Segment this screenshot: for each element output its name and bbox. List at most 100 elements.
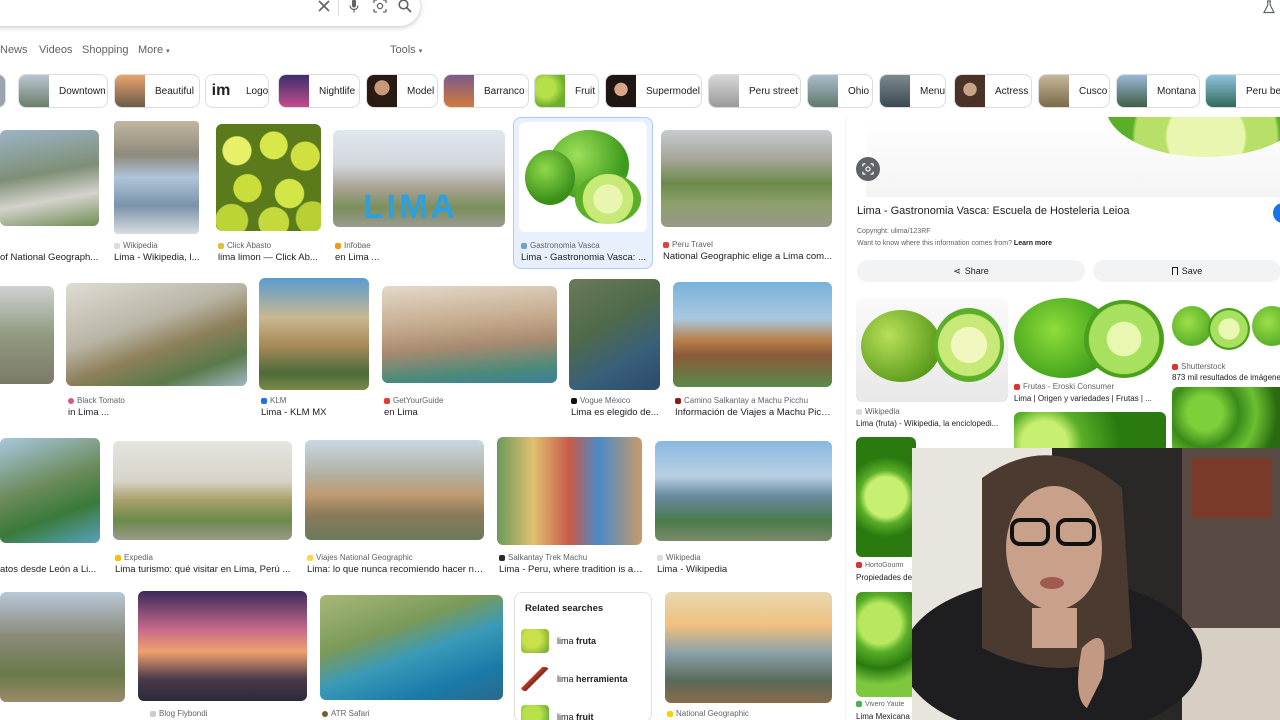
chip-beautiful[interactable]: Beautiful [114, 74, 200, 108]
result-title: Lima: lo que nunca recomiendo hacer ni .… [307, 564, 485, 575]
similar-title: Propiedades de [856, 573, 913, 582]
close-icon[interactable] [314, 0, 334, 16]
similar-image[interactable] [856, 592, 916, 697]
related-searches-heading: Related searches [525, 603, 604, 614]
chip-actress[interactable]: Actress [954, 74, 1032, 108]
lens-search-icon[interactable] [856, 157, 880, 181]
related-search-item[interactable]: lima fruta [521, 625, 651, 657]
chip-fruit[interactable]: Fruit [534, 74, 599, 108]
result-tile[interactable]: Wikipedia Lima - Wikipedia [655, 441, 833, 578]
chip-nightlife[interactable]: Nightlife [278, 74, 360, 108]
similar-image[interactable] [1172, 298, 1280, 360]
result-tile[interactable]: Peru Travel National Geographic elige a … [661, 130, 833, 266]
result-image [497, 437, 642, 545]
result-tile[interactable]: Black Tomato in Lima ... [66, 283, 248, 423]
chip-supermodel[interactable]: Supermodel [605, 74, 702, 108]
result-tile[interactable]: GetYourGuide en Lima [382, 286, 558, 423]
chip-downtown[interactable]: Downtown [18, 74, 108, 108]
result-source-text: Wikipedia [123, 241, 158, 250]
result-tile[interactable]: ATR Safari [320, 595, 504, 720]
chip-barranco[interactable]: Barranco [443, 74, 529, 108]
chip-cusco[interactable]: Cusco [1038, 74, 1110, 108]
search-icon[interactable] [395, 0, 415, 16]
save-button[interactable]: Save [1093, 260, 1280, 282]
related-thumbnail [521, 629, 549, 653]
chip-ohio[interactable]: Ohio [807, 74, 873, 108]
result-tile[interactable]: Gastronomia Vasca Lima - Gastronomia Vas… [519, 122, 649, 264]
result-source: Wikipedia [114, 241, 204, 250]
bookmark-icon [1171, 267, 1178, 275]
result-tile[interactable]: LIMA Infobae en Lima ... [333, 130, 505, 266]
result-tile[interactable]: Expedia Lima turismo: qué visitar en Lim… [113, 441, 293, 578]
result-tile[interactable] [0, 286, 54, 386]
preview-image[interactable] [866, 117, 1280, 197]
related-search-item[interactable]: lima fruit [521, 701, 651, 720]
result-title: lima limon — Click Ab... [218, 252, 318, 263]
similar-source-text: Vivero Yaute [865, 701, 905, 708]
chip-label: Fruit [575, 85, 595, 97]
result-tile[interactable]: of National Geograph... [0, 130, 100, 265]
share-button[interactable]: ⋖ Share [857, 260, 1085, 282]
chip-montana[interactable]: Montana [1116, 74, 1200, 108]
tools-button[interactable]: Tools ▾ [390, 44, 422, 56]
result-image [0, 130, 99, 226]
chip-partial[interactable] [0, 74, 6, 108]
result-image [114, 121, 199, 234]
preview-title[interactable]: Lima - Gastronomia Vasca: Escuela de Hos… [857, 205, 1130, 217]
chip-label: Actress [995, 85, 1029, 97]
visit-button-edge[interactable] [1273, 203, 1280, 223]
result-tile[interactable]: Vogue México Lima es elegido de... [569, 279, 661, 423]
similar-image[interactable] [856, 298, 1008, 402]
result-title: of National Geograph... [0, 252, 99, 263]
result-source: KLM [261, 396, 371, 405]
tab-more[interactable]: More ▾ [138, 44, 170, 56]
result-source: Peru Travel [663, 240, 833, 249]
chip-peru-street[interactable]: Peru street [708, 74, 801, 108]
result-tile[interactable] [0, 592, 126, 704]
result-source: Camino Salkantay a Machu Picchu [675, 396, 833, 405]
tab-more-label: More [138, 44, 164, 56]
similar-image[interactable] [1172, 387, 1280, 452]
result-tile[interactable]: Click Abasto lima limon — Click Ab... [216, 124, 321, 266]
result-image [661, 130, 832, 227]
result-tile[interactable]: Viajes National Geographic Lima: lo que … [305, 440, 485, 578]
chip-thumbnail [1039, 75, 1069, 107]
chip-label: Supermodel [646, 85, 700, 97]
result-tile[interactable]: KLM Lima - KLM MX [259, 278, 371, 423]
chip-model[interactable]: Model [366, 74, 438, 108]
result-source-text: Gastronomia Vasca [530, 241, 600, 250]
similar-image[interactable] [1014, 298, 1166, 380]
chip-label: Menu [920, 85, 946, 97]
result-tile[interactable]: Wikipedia Lima - Wikipedia, l... [114, 121, 204, 266]
related-search-item[interactable]: lima herramienta [521, 663, 651, 695]
tab-shopping[interactable]: Shopping [82, 44, 129, 56]
search-bar[interactable] [0, 0, 420, 26]
labs-flask-icon[interactable] [1262, 0, 1278, 16]
learn-more-link[interactable]: Learn more [1014, 240, 1052, 247]
similar-image[interactable] [1014, 412, 1166, 452]
result-tile[interactable]: Camino Salkantay a Machu Picchu Informac… [673, 282, 833, 423]
similar-image[interactable] [856, 437, 916, 557]
tab-videos[interactable]: Videos [39, 44, 72, 56]
result-tile[interactable]: Blog Flybondi [138, 591, 308, 720]
result-tile[interactable]: atos desde León a Li... [0, 438, 101, 578]
chip-peru-bea[interactable]: Peru bea [1205, 74, 1280, 108]
chip-thumbnail [1206, 75, 1236, 107]
chip-logo[interactable]: im Logo [205, 74, 269, 108]
result-tile[interactable]: Salkantay Trek Machu Lima - Peru, where … [497, 437, 643, 578]
result-title: Lima es elegido de... [571, 407, 659, 418]
result-source-text: KLM [270, 396, 287, 405]
similar-title: Lima (fruta) - Wikipedia, la enciclopedi… [856, 419, 999, 428]
tab-news[interactable]: News [0, 44, 28, 56]
related-search-prefix: lima [557, 674, 577, 684]
mic-icon[interactable] [344, 0, 364, 16]
chip-label: Model [407, 85, 435, 97]
result-image: LIMA [333, 130, 505, 227]
result-tile[interactable]: National Geographic [665, 592, 833, 720]
lens-icon[interactable] [370, 0, 390, 16]
chip-thumbnail [808, 75, 838, 107]
result-image [216, 124, 321, 231]
related-search-text: lima herramienta [557, 674, 628, 684]
result-image [519, 122, 647, 232]
chip-menu[interactable]: Menu [879, 74, 946, 108]
